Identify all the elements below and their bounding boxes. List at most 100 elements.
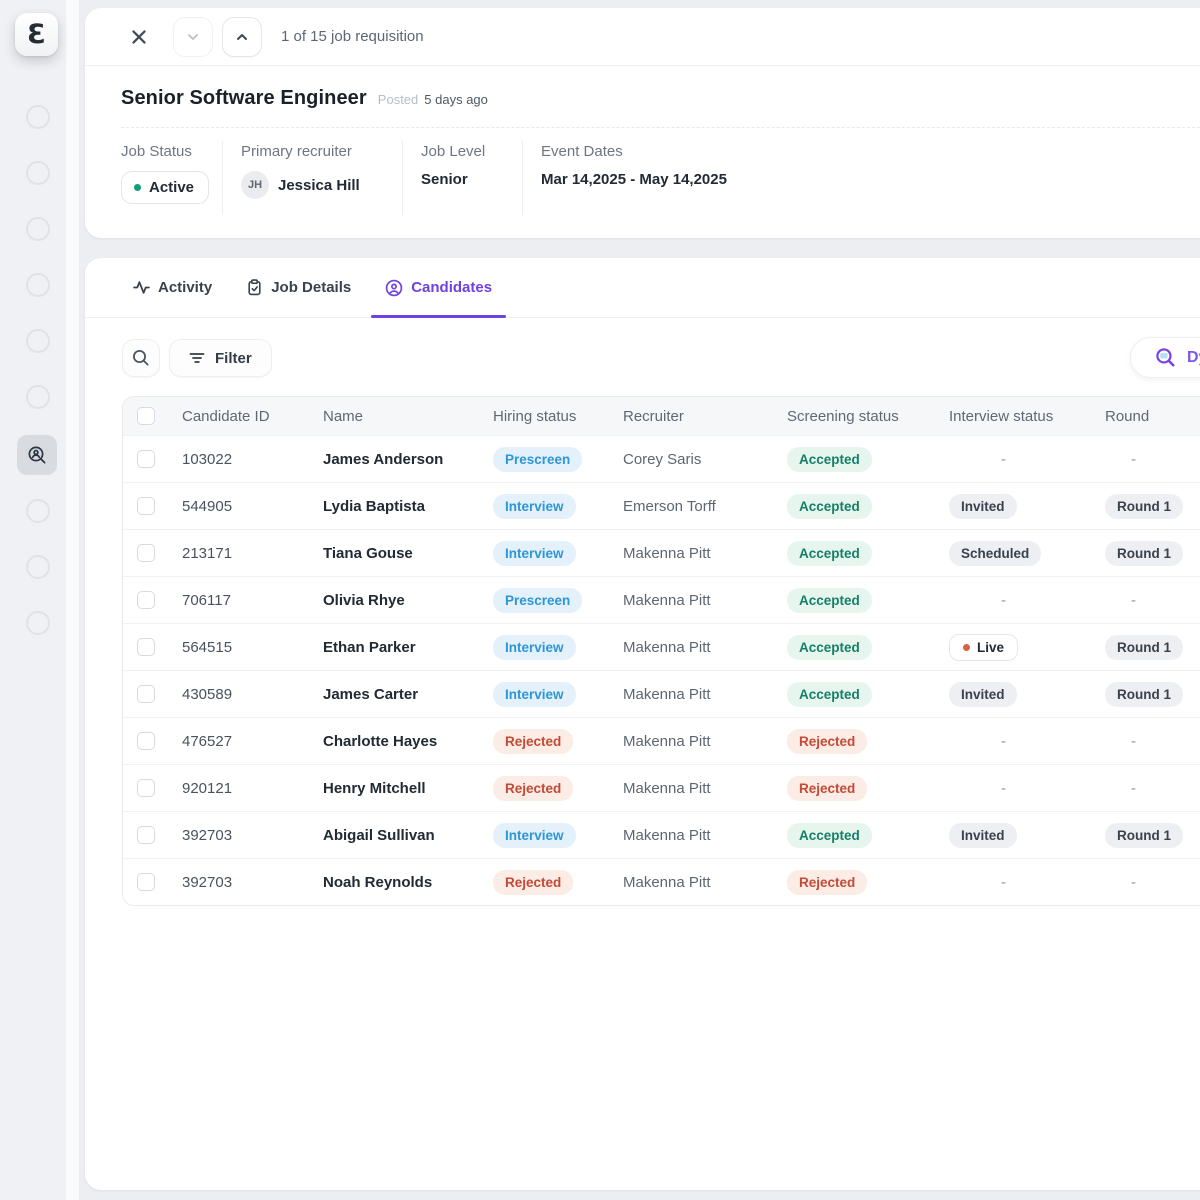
row-checkbox[interactable] [137, 873, 155, 891]
user-circle-icon [385, 279, 403, 297]
table-row[interactable]: 544905Lydia BaptistaInterviewEmerson Tor… [123, 482, 1200, 529]
tab-activity-label: Activity [158, 279, 212, 296]
filter-button[interactable]: Filter [169, 339, 272, 377]
interview-status-badge-empty: - [1001, 592, 1006, 609]
candidate-name-cell: Charlotte Hayes [313, 733, 487, 750]
row-checkbox[interactable] [137, 685, 155, 703]
row-checkbox[interactable] [137, 497, 155, 515]
row-checkbox-cell [123, 497, 171, 515]
interview-status-badge: Invited [949, 494, 1017, 519]
posted-value: 5 days ago [424, 92, 488, 107]
app-logo[interactable]: Ɛ [15, 13, 58, 56]
round-cell: - [1101, 451, 1200, 468]
candidate-name-cell: Ethan Parker [313, 639, 487, 656]
hiring-status-badge: Interview [493, 541, 576, 566]
tab-activity[interactable]: Activity [133, 258, 212, 317]
screening-status-cell: Accepted [781, 682, 941, 707]
screening-status-cell: Accepted [781, 635, 941, 660]
tab-candidates-label: Candidates [411, 279, 492, 296]
sidebar-item-6-icon[interactable] [26, 385, 50, 409]
round-cell: Round 1 [1101, 682, 1200, 707]
screening-status-cell: Rejected [781, 729, 941, 754]
sidebar-item-candidate-search-active[interactable] [17, 435, 57, 475]
table-row[interactable]: 476527Charlotte HayesRejectedMakenna Pit… [123, 717, 1200, 764]
candidate-id-cell: 920121 [171, 780, 313, 797]
column-header-interview-status: Interview status [941, 408, 1101, 425]
sidebar-item-3-icon[interactable] [26, 217, 50, 241]
table-row[interactable]: 706117Olivia RhyePrescreenMakenna PittAc… [123, 576, 1200, 623]
screening-status-badge: Accepted [787, 588, 872, 613]
candidate-name-cell: Tiana Gouse [313, 545, 487, 562]
hiring-status-cell: Rejected [487, 776, 617, 801]
close-button[interactable] [127, 25, 151, 49]
round-cell: - [1101, 592, 1200, 609]
table-row[interactable]: 564515Ethan ParkerInterviewMakenna PittA… [123, 623, 1200, 670]
interview-status-badge: Invited [949, 823, 1017, 848]
status-badge-label: Active [149, 179, 194, 196]
screening-status-cell: Accepted [781, 823, 941, 848]
previous-requisition-button[interactable] [173, 17, 213, 57]
recruiter-avatar: JH [241, 171, 269, 199]
table-row[interactable]: 392703Noah ReynoldsRejectedMakenna PittR… [123, 858, 1200, 905]
table-row[interactable]: 213171Tiana GouseInterviewMakenna PittAc… [123, 529, 1200, 576]
sidebar-item-10-icon[interactable] [26, 611, 50, 635]
candidates-card: Activity Job Details [85, 258, 1200, 1190]
interview-status-badge-empty: - [1001, 874, 1006, 891]
candidate-id-cell: 564515 [171, 639, 313, 656]
row-checkbox[interactable] [137, 732, 155, 750]
screening-status-badge: Accepted [787, 635, 872, 660]
row-checkbox-cell [123, 591, 171, 609]
ai-search-button-label: Dyn [1187, 349, 1200, 367]
sidebar-item-4-icon[interactable] [26, 273, 50, 297]
job-header-card: 1 of 15 job requisition Senior Software … [85, 8, 1200, 238]
chevron-down-icon [185, 29, 201, 45]
select-all-checkbox-cell [123, 407, 171, 425]
sidebar-item-1-icon[interactable] [26, 105, 50, 129]
hiring-status-badge: Interview [493, 494, 576, 519]
next-requisition-button[interactable] [222, 17, 262, 57]
ai-search-button[interactable]: Dyn [1130, 337, 1200, 378]
row-checkbox[interactable] [137, 544, 155, 562]
sidebar-item-5-icon[interactable] [26, 329, 50, 353]
row-checkbox[interactable] [137, 826, 155, 844]
activity-icon [133, 279, 150, 296]
page-title: Senior Software Engineer [121, 87, 367, 110]
recruiter-cell: Makenna Pitt [617, 639, 781, 656]
candidate-name-cell: Olivia Rhye [313, 592, 487, 609]
row-checkbox[interactable] [137, 450, 155, 468]
tab-candidates[interactable]: Candidates [385, 258, 492, 317]
sidebar-item-8-icon[interactable] [26, 499, 50, 523]
table-row[interactable]: 920121Henry MitchellRejectedMakenna Pitt… [123, 764, 1200, 811]
header-divider [121, 127, 1200, 128]
tab-job-details[interactable]: Job Details [246, 258, 351, 317]
round-badge-empty: - [1131, 451, 1136, 468]
screening-status-badge: Accepted [787, 541, 872, 566]
interview-status-badge-empty: - [1001, 733, 1006, 750]
close-icon [129, 27, 149, 47]
row-checkbox[interactable] [137, 591, 155, 609]
table-row[interactable]: 430589James CarterInterviewMakenna PittA… [123, 670, 1200, 717]
interview-status-badge-empty: - [1001, 451, 1006, 468]
candidate-id-cell: 392703 [171, 874, 313, 891]
table-row[interactable]: 103022James AndersonPrescreenCorey Saris… [123, 435, 1200, 482]
row-checkbox[interactable] [137, 779, 155, 797]
row-checkbox[interactable] [137, 638, 155, 656]
search-button[interactable] [122, 339, 160, 377]
interview-status-badge: Invited [949, 682, 1017, 707]
chevron-up-icon [234, 29, 250, 45]
round-badge-empty: - [1131, 780, 1136, 797]
screening-status-badge: Rejected [787, 870, 867, 895]
job-level-value: Senior [421, 171, 468, 188]
table-row[interactable]: 392703Abigail SullivanInterviewMakenna P… [123, 811, 1200, 858]
column-header-name: Name [313, 408, 487, 425]
sidebar-item-2-icon[interactable] [26, 161, 50, 185]
row-checkbox-cell [123, 450, 171, 468]
screening-status-badge: Accepted [787, 682, 872, 707]
screening-status-cell: Accepted [781, 447, 941, 472]
active-status-dot-icon [134, 184, 141, 191]
hiring-status-badge: Prescreen [493, 588, 582, 613]
column-header-recruiter: Recruiter [617, 408, 781, 425]
app-window: Ɛ [0, 0, 1200, 1200]
select-all-checkbox[interactable] [137, 407, 155, 425]
sidebar-item-9-icon[interactable] [26, 555, 50, 579]
